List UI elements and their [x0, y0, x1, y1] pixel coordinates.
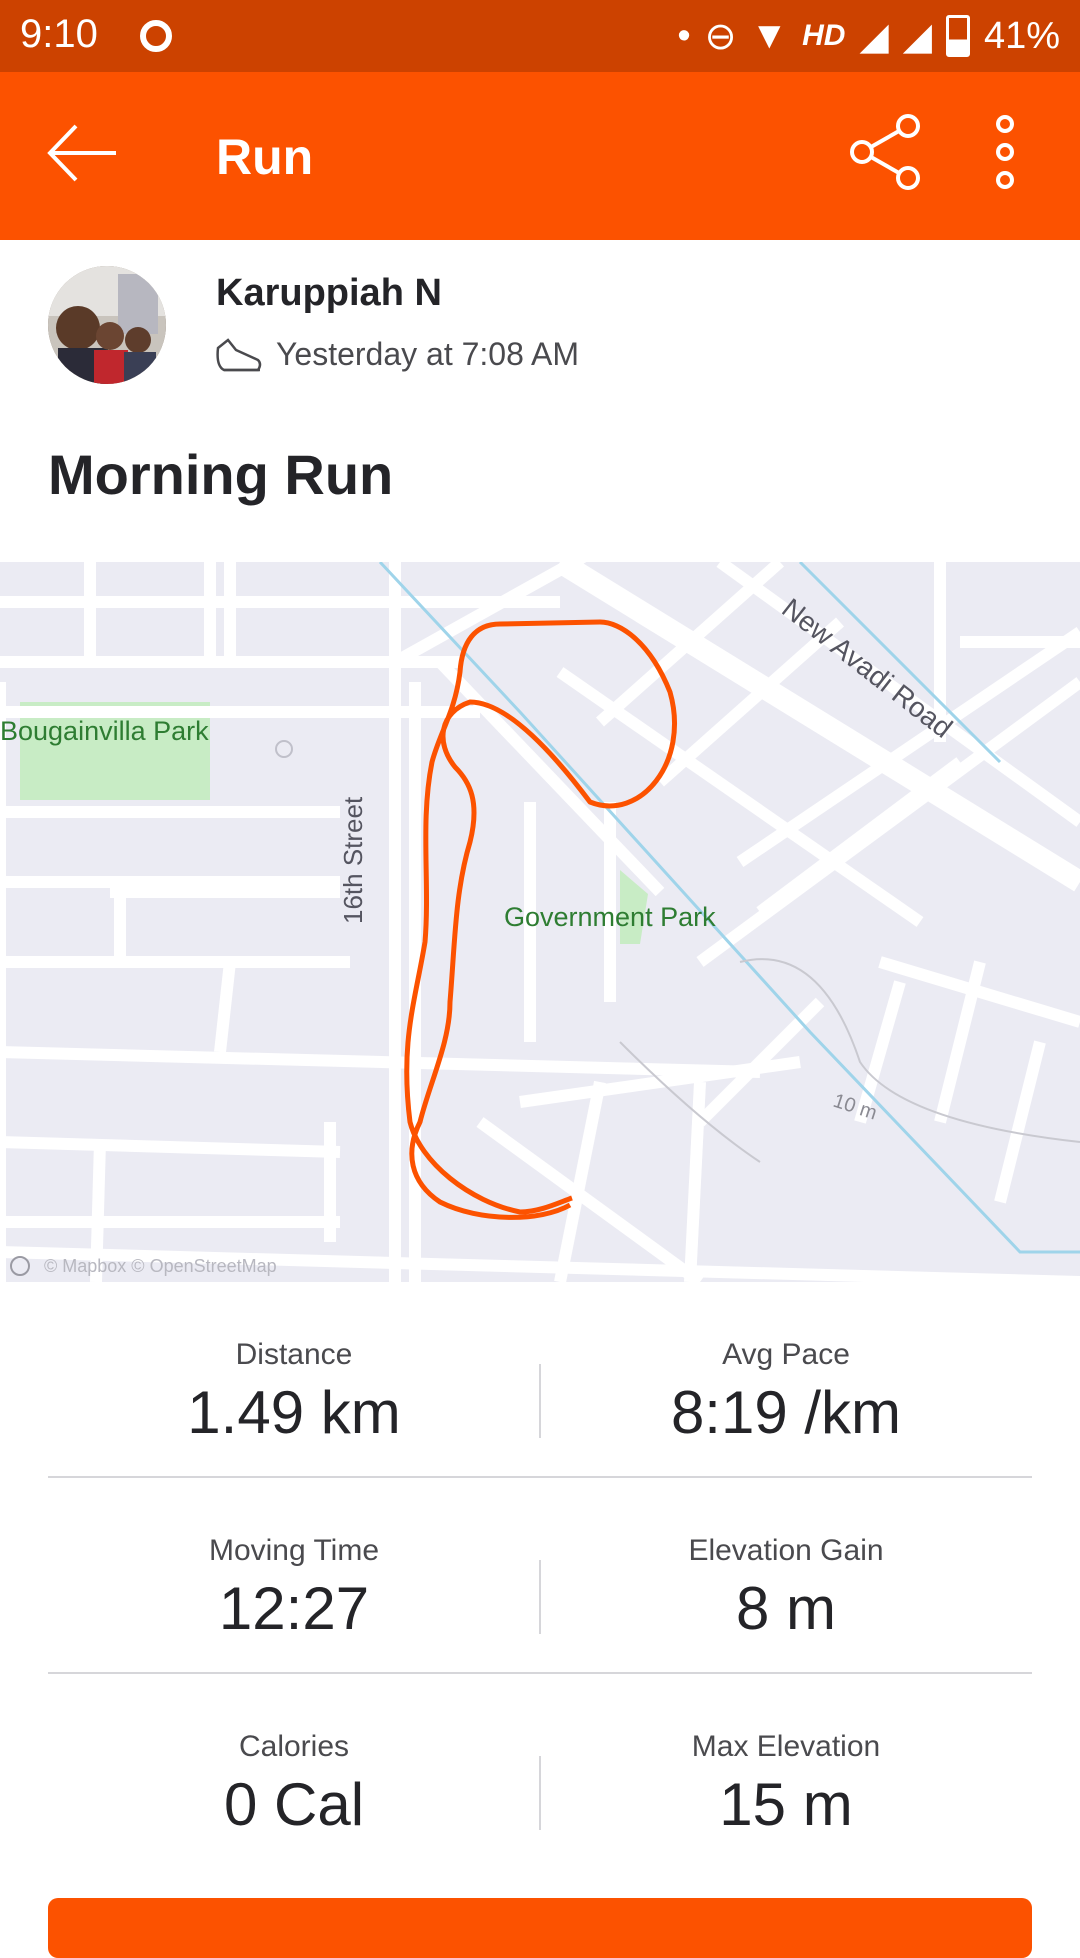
- stat-calories: Calories 0 Cal: [48, 1674, 540, 1868]
- status-time: 9:10: [20, 12, 98, 56]
- signal-icon: ◢: [859, 15, 889, 58]
- battery-icon: [945, 15, 970, 57]
- stat-max-elevation: Max Elevation 15 m: [540, 1674, 1032, 1868]
- stat-distance: Distance 1.49 km: [48, 1282, 540, 1476]
- stat-value: 8:19 /km: [670, 1379, 902, 1446]
- avatar[interactable]: [48, 266, 166, 384]
- signal-2-icon: ◢: [902, 15, 932, 58]
- stat-value: 0 Cal: [223, 1771, 365, 1838]
- stat-moving-time: Moving Time 12:27: [48, 1478, 540, 1672]
- stat-value: 1.49 km: [187, 1379, 401, 1446]
- stat-label: Max Elevation: [691, 1730, 881, 1763]
- battery-percent: 41%: [983, 14, 1060, 57]
- stat-elevation-gain: Elevation Gain 8 m: [540, 1478, 1032, 1672]
- small-dot-icon: •: [677, 14, 691, 57]
- more-options-button[interactable]: [980, 112, 1030, 192]
- athlete-name[interactable]: Karuppiah N: [216, 272, 442, 315]
- map-label-park1: Bougainvilla Park: [0, 716, 209, 746]
- shoe-icon: [216, 338, 262, 372]
- share-button[interactable]: [848, 112, 928, 192]
- stat-label: Calories: [238, 1730, 350, 1763]
- page-title: Run: [216, 129, 314, 185]
- stat-label: Elevation Gain: [688, 1534, 884, 1567]
- share-icon: [850, 114, 920, 190]
- route-map[interactable]: Bougainvilla Park 16th Street Government…: [0, 562, 1080, 1282]
- map-label-street: 16th Street: [338, 796, 368, 924]
- stat-value: 12:27: [218, 1575, 370, 1642]
- status-bar: 9:10 • ⊖ ▼ HD ◢ ◢ 41%: [0, 0, 1080, 72]
- stat-avg-pace: Avg Pace 8:19 /km: [540, 1282, 1032, 1476]
- stat-row: Calories 0 Cal Max Elevation 15 m: [48, 1674, 1032, 1868]
- more-vertical-icon: [996, 115, 1014, 189]
- bottom-action-button[interactable]: [48, 1898, 1032, 1958]
- arrow-left-icon: [47, 124, 116, 182]
- app-bar: Run: [0, 72, 1080, 240]
- network-type: HD: [802, 19, 846, 52]
- map-canvas: Bougainvilla Park 16th Street Government…: [0, 562, 1080, 1282]
- notification-dot-icon: [140, 20, 172, 52]
- map-attribution[interactable]: © Mapbox © OpenStreetMap: [44, 1256, 277, 1276]
- stat-row: Moving Time 12:27 Elevation Gain 8 m: [48, 1478, 1032, 1674]
- activity-timestamp: Yesterday at 7:08 AM: [276, 336, 580, 372]
- status-icons: • ⊖ ▼ HD ◢ ◢ 41%: [677, 10, 1060, 62]
- activity-title: Morning Run: [48, 443, 394, 506]
- stat-label: Avg Pace: [722, 1338, 850, 1371]
- wifi-icon: ▼: [750, 14, 789, 57]
- do-not-disturb-icon: ⊖: [704, 15, 737, 58]
- map-label-park2: Government Park: [504, 902, 716, 932]
- back-button[interactable]: [44, 118, 134, 188]
- avatar-photo: [48, 266, 166, 384]
- athlete-header: Karuppiah N Yesterday at 7:08 AM: [0, 240, 1080, 410]
- activity-stats: Distance 1.49 km Avg Pace 8:19 /km Movin…: [48, 1282, 1032, 1868]
- stat-label: Moving Time: [208, 1534, 380, 1567]
- stat-value: 15 m: [719, 1771, 853, 1838]
- stat-label: Distance: [235, 1338, 353, 1371]
- stat-row: Distance 1.49 km Avg Pace 8:19 /km: [48, 1282, 1032, 1478]
- stat-value: 8 m: [735, 1575, 837, 1642]
